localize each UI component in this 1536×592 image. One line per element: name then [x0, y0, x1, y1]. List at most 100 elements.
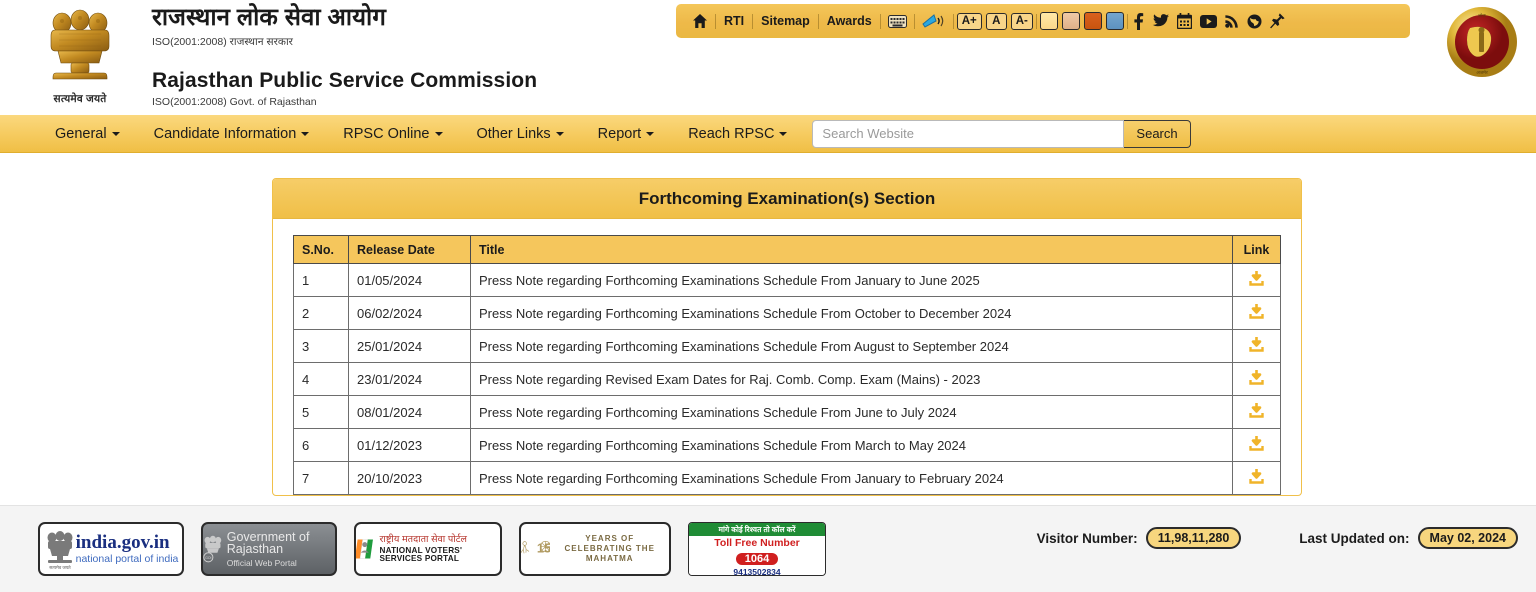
column-header-sno: S.No.	[293, 235, 349, 264]
cell-release-date: 25/01/2024	[348, 329, 471, 363]
anti-corruption-bureau-logo[interactable]: मांगे कोई रिश्वत तो कॉल करें Toll Free N…	[688, 522, 826, 576]
cell-link	[1232, 296, 1281, 330]
virtual-keyboard-icon[interactable]	[882, 14, 913, 28]
cell-link	[1232, 362, 1281, 396]
national-voters-services-portal-logo[interactable]: राष्ट्रीय मतदाता सेवा पोर्टल NATIONAL VO…	[354, 522, 502, 576]
calendar-icon[interactable]	[1173, 13, 1196, 29]
cell-release-date: 06/02/2024	[348, 296, 471, 330]
column-header-release-date: Release Date	[348, 235, 471, 264]
government-of-rajasthan-logo[interactable]: GOI Government of Rajasthan Official Web…	[201, 522, 337, 576]
rpsc-seal-icon: लोक अजमेर	[1447, 7, 1517, 77]
download-icon[interactable]	[1248, 402, 1265, 419]
visitor-number-label: Visitor Number:	[1036, 530, 1138, 546]
globe-icon[interactable]	[1243, 14, 1266, 29]
theme-swatch-cream[interactable]	[1039, 12, 1058, 30]
column-header-link: Link	[1232, 235, 1281, 264]
download-icon[interactable]	[1248, 369, 1265, 386]
search-input[interactable]	[812, 119, 1125, 148]
rti-link[interactable]: RTI	[717, 14, 751, 28]
emblem-small-icon: सत्यमेव जयते	[47, 531, 73, 570]
nav-report[interactable]: Report	[581, 126, 672, 142]
table-body: 1 01/05/2024 Press Note regarding Forthc…	[293, 263, 1281, 495]
nav-candidate-information[interactable]: Candidate Information	[137, 126, 327, 142]
nav-rpsc-online[interactable]: RPSC Online	[326, 126, 459, 142]
table-footer-spacer-row	[293, 494, 1281, 495]
download-icon[interactable]	[1248, 270, 1265, 287]
twitter-icon[interactable]	[1148, 13, 1173, 29]
main-content: Forthcoming Examination(s) Section S.No.…	[0, 153, 1536, 505]
table-header-row: S.No. Release Date Title Link	[293, 235, 1281, 264]
download-icon[interactable]	[1248, 303, 1265, 320]
rajasthan-emblem-icon: GOI	[203, 535, 222, 563]
toolbar-divider	[817, 13, 819, 29]
svg-text:सत्यमेव जयते: सत्यमेव जयते	[49, 565, 71, 570]
table-row: 7 20/10/2023 Press Note regarding Forthc…	[293, 461, 1281, 495]
theme-swatch-tan[interactable]	[1061, 12, 1080, 30]
toolbar-divider	[715, 13, 716, 29]
org-subtitle-english: ISO(2001:2008) Govt. of Rajasthan	[152, 96, 317, 109]
chevron-down-icon	[301, 131, 310, 136]
sitemap-link[interactable]: Sitemap	[754, 14, 817, 28]
pin-icon[interactable]	[1266, 13, 1289, 29]
cell-sno: 1	[293, 263, 349, 297]
font-decrease-button[interactable]: A-	[1010, 12, 1033, 30]
cell-release-date: 23/01/2024	[348, 362, 471, 396]
site-search: Search	[812, 119, 1191, 148]
celebrating-mahatma-150-logo[interactable]: 150 YEARS OF CELEBRATING THE MAHATMA	[519, 522, 671, 576]
download-icon[interactable]	[1248, 336, 1265, 353]
youtube-icon[interactable]	[1196, 14, 1221, 28]
nav-other-links-label: Other Links	[476, 125, 551, 142]
chevron-down-icon	[779, 131, 788, 136]
india-gov-in-title: india.gov.in	[75, 532, 170, 554]
cell-link	[1232, 395, 1281, 429]
nav-general[interactable]: General	[38, 126, 137, 142]
acb-tollfree-label: Toll Free Number	[714, 537, 800, 549]
download-icon[interactable]	[1248, 435, 1265, 452]
nav-report-label: Report	[597, 125, 642, 142]
toolbar-divider	[752, 13, 754, 29]
cell-title: Press Note regarding Forthcoming Examina…	[470, 296, 1233, 330]
rss-icon[interactable]	[1221, 14, 1243, 28]
cell-title: Press Note regarding Forthcoming Examina…	[470, 428, 1233, 462]
org-title-english: Rajasthan Public Service Commission	[152, 69, 538, 93]
india-gov-in-logo[interactable]: सत्यमेव जयते india.gov.in national porta…	[38, 522, 184, 576]
voter-id-icon	[356, 539, 373, 559]
india-gov-in-subtitle: national portal of india	[75, 553, 179, 566]
visitor-counter: Visitor Number: 11,98,11,280	[1037, 527, 1242, 549]
awards-link[interactable]: Awards	[820, 14, 879, 28]
cell-link	[1232, 263, 1281, 297]
font-normal-button[interactable]: A	[985, 12, 1007, 30]
table-row: 4 23/01/2024 Press Note regarding Revise…	[293, 362, 1281, 396]
nav-reach-rpsc-label: Reach RPSC	[688, 125, 775, 142]
footer-logo-strip: सत्यमेव जयते india.gov.in national porta…	[0, 522, 826, 576]
forthcoming-examinations-panel: Forthcoming Examination(s) Section S.No.…	[272, 178, 1302, 496]
toolbar-divider	[879, 13, 881, 29]
cell-release-date: 01/12/2023	[348, 428, 471, 462]
cell-sno: 5	[293, 395, 349, 429]
cell-title: Press Note regarding Forthcoming Examina…	[470, 263, 1233, 297]
chevron-down-icon	[111, 131, 120, 136]
cell-release-date: 08/01/2024	[348, 395, 471, 429]
nvsp-title-english: NATIONAL VOTERS' SERVICES PORTAL	[379, 546, 463, 564]
screen-reader-icon[interactable]	[916, 13, 952, 29]
cell-sno: 4	[293, 362, 349, 396]
nav-other-links[interactable]: Other Links	[460, 126, 581, 142]
cell-link	[1232, 428, 1281, 462]
site-footer: सत्यमेव जयते india.gov.in national porta…	[0, 505, 1536, 592]
theme-swatch-blue[interactable]	[1105, 12, 1124, 30]
cell-sno: 2	[293, 296, 349, 330]
cell-title: Press Note regarding Forthcoming Examina…	[470, 461, 1233, 495]
home-icon[interactable]	[686, 13, 714, 29]
search-button[interactable]: Search	[1124, 119, 1191, 148]
toolbar-divider	[1035, 13, 1037, 29]
theme-swatch-orange[interactable]	[1083, 12, 1102, 30]
svg-text:GOI: GOI	[205, 556, 211, 560]
facebook-icon[interactable]	[1129, 12, 1148, 30]
main-navigation: General Candidate Information RPSC Onlin…	[0, 115, 1536, 153]
cell-title: Press Note regarding Revised Exam Dates …	[470, 362, 1233, 396]
nav-reach-rpsc[interactable]: Reach RPSC	[671, 126, 804, 142]
font-increase-button[interactable]: A+	[956, 12, 982, 30]
national-emblem-block: सत्यमेव जयते	[30, 2, 130, 112]
table-row: 5 08/01/2024 Press Note regarding Forthc…	[293, 395, 1281, 429]
download-icon[interactable]	[1248, 468, 1265, 485]
